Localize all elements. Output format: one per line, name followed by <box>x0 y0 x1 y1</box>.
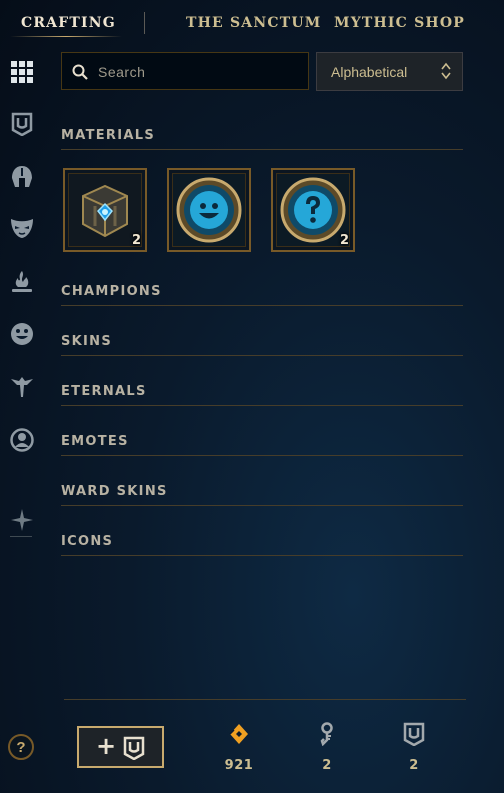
orange-essence-icon <box>229 724 248 744</box>
key-amount: 2 <box>322 758 332 773</box>
chest-amount: 2 <box>409 758 419 773</box>
grid-icon[interactable] <box>8 58 36 86</box>
mask-icon[interactable] <box>8 214 36 242</box>
chest-icon <box>403 722 425 746</box>
material-tile-hextech-chest[interactable]: 2 <box>63 168 147 252</box>
chest-icon[interactable] <box>8 110 36 138</box>
section-label: ICONS <box>61 534 114 549</box>
section-ward-skins[interactable]: WARD SKINS <box>61 481 463 506</box>
mystery-emote-orb-icon <box>276 173 350 247</box>
emote-face-icon[interactable] <box>8 320 36 348</box>
help-icon: ? <box>16 738 26 756</box>
section-eternals[interactable]: ETERNALS <box>61 381 463 406</box>
active-tab-underline <box>10 36 122 37</box>
profile-icon[interactable] <box>8 426 36 454</box>
tab-divider <box>144 12 145 34</box>
item-count: 2 <box>339 233 349 248</box>
sort-selected-label: Alphabetical <box>331 64 408 80</box>
section-label: EMOTES <box>61 434 129 449</box>
flame-icon[interactable] <box>8 268 36 296</box>
section-label: SKINS <box>61 334 113 349</box>
material-tile-mystery-emote-orb[interactable]: 2 <box>271 168 355 252</box>
ward-icon[interactable] <box>8 373 36 401</box>
sort-dropdown[interactable]: Alphabetical <box>316 52 463 91</box>
chest-wallet: 2 <box>389 722 439 773</box>
section-icons[interactable]: ICONS <box>61 531 463 556</box>
sidebar-divider <box>10 536 32 537</box>
section-skins[interactable]: SKINS <box>61 331 463 356</box>
section-emotes[interactable]: EMOTES <box>61 431 463 456</box>
chevron-up-down-icon <box>441 62 451 80</box>
section-materials[interactable]: MATERIALS <box>61 125 463 150</box>
help-button[interactable]: ? <box>8 734 34 760</box>
tab-mythic-shop[interactable]: MYTHIC SHOP <box>334 15 465 31</box>
section-label: CHAMPIONS <box>61 284 162 299</box>
plus-icon: + <box>96 732 117 760</box>
helmet-icon[interactable] <box>8 163 36 191</box>
compass-star-icon[interactable] <box>8 506 36 534</box>
chest-icon <box>123 736 145 760</box>
orange-essence-amount: 921 <box>224 758 254 773</box>
tab-the-sanctum[interactable]: THE SANCTUM <box>186 15 321 31</box>
section-champions[interactable]: CHAMPIONS <box>61 281 463 306</box>
orange-essence-wallet: 921 <box>214 722 264 773</box>
top-nav: CRAFTING THE SANCTUM MYTHIC SHOP <box>0 0 504 46</box>
section-label: ETERNALS <box>61 384 147 399</box>
hextech-chest-icon <box>68 173 142 247</box>
smiley-emote-orb-icon <box>172 173 246 247</box>
category-sidebar <box>0 50 44 570</box>
purchase-chest-button[interactable]: + <box>77 726 164 768</box>
footer-divider <box>64 699 466 700</box>
search-box <box>61 52 309 90</box>
section-label: WARD SKINS <box>61 484 168 499</box>
material-tile-emote-orb[interactable] <box>167 168 251 252</box>
tab-crafting[interactable]: CRAFTING <box>21 15 116 31</box>
section-label: MATERIALS <box>61 128 155 143</box>
search-icon <box>72 64 88 80</box>
item-count: 2 <box>131 233 141 248</box>
key-icon <box>320 722 333 746</box>
key-wallet: 2 <box>302 722 352 773</box>
search-input[interactable] <box>96 61 300 83</box>
